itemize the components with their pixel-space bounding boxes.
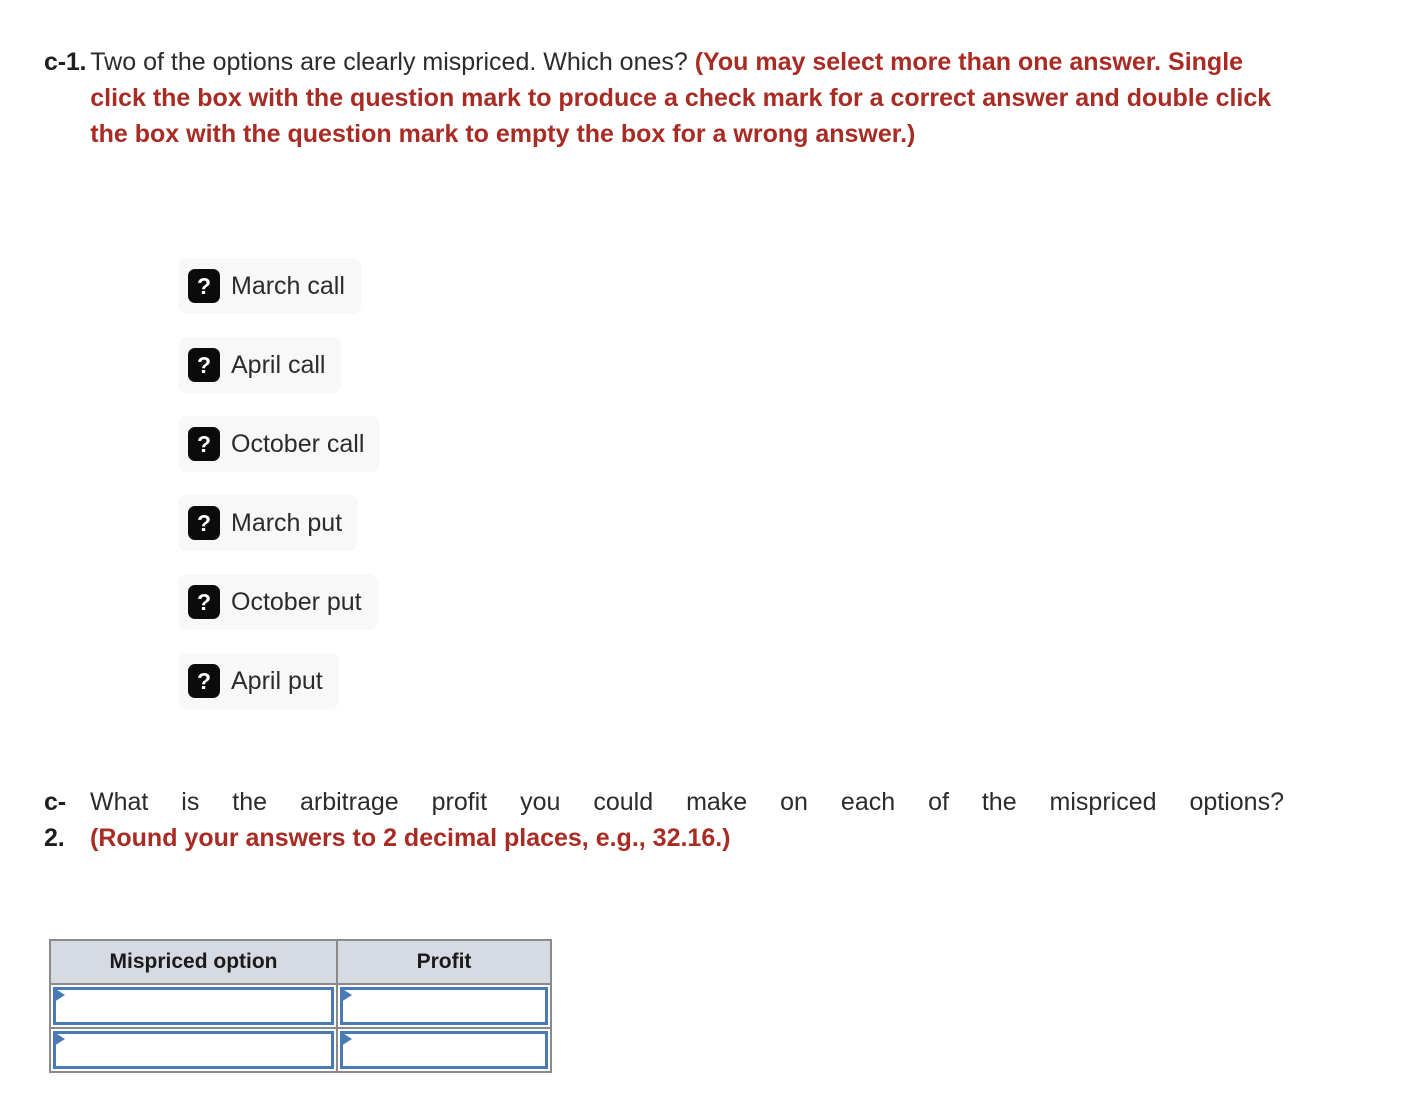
question-mark-icon[interactable]: ? bbox=[188, 269, 220, 303]
table-row bbox=[49, 983, 552, 1029]
option-item-march-put-wrap: ? March put bbox=[178, 495, 380, 574]
option-label: April call bbox=[231, 351, 326, 379]
option-label: October put bbox=[231, 588, 362, 616]
option-label: October call bbox=[231, 430, 365, 458]
question-c1-text: Two of the options are clearly mispriced… bbox=[90, 44, 1294, 152]
option-label: March call bbox=[231, 272, 345, 300]
question-mark-icon[interactable]: ? bbox=[188, 506, 220, 540]
question-c2-label: c- 2. bbox=[44, 784, 90, 856]
option-item-april-call-wrap: ? April call bbox=[178, 337, 380, 416]
answer-table-body bbox=[49, 983, 552, 1073]
answer-table: Mispriced option Profit bbox=[49, 939, 552, 1073]
question-mark-icon[interactable]: ? bbox=[188, 664, 220, 698]
cell-mispriced-option-2 bbox=[49, 1027, 338, 1073]
question-c1-prompt: Two of the options are clearly mispriced… bbox=[90, 48, 695, 76]
option-label: April put bbox=[231, 667, 323, 695]
option-item-april-call[interactable]: ? April call bbox=[178, 337, 342, 393]
option-item-october-call[interactable]: ? October call bbox=[178, 416, 381, 472]
cell-profit-1 bbox=[336, 983, 552, 1029]
option-item-october-put-wrap: ? October put bbox=[178, 574, 380, 653]
mispriced-option-input-2[interactable] bbox=[53, 1031, 334, 1069]
question-mark-icon[interactable]: ? bbox=[188, 348, 220, 382]
option-label: March put bbox=[231, 509, 343, 537]
cell-mispriced-option-1 bbox=[49, 983, 338, 1029]
question-c2-text: What is the arbitrage profit you could m… bbox=[90, 784, 1284, 856]
question-c2-prompt: What is the arbitrage profit you could m… bbox=[90, 788, 1284, 816]
question-c2-instructions: (Round your answers to 2 decimal places,… bbox=[90, 824, 731, 852]
question-c1-label: c-1. bbox=[44, 48, 87, 76]
option-choice-list: ? March call ? April call ? October call… bbox=[178, 258, 381, 732]
table-header-row: Mispriced option Profit bbox=[49, 939, 552, 985]
option-item-october-call-wrap: ? October call bbox=[178, 416, 381, 495]
option-item-march-put[interactable]: ? March put bbox=[178, 495, 359, 551]
profit-input-2[interactable] bbox=[340, 1031, 548, 1069]
mispriced-option-input-1[interactable] bbox=[53, 987, 334, 1025]
table-row bbox=[49, 1027, 552, 1073]
option-item-march-call-wrap: ? March call bbox=[178, 258, 380, 337]
profit-input-1[interactable] bbox=[340, 987, 548, 1025]
option-item-october-put[interactable]: ? October put bbox=[178, 574, 378, 630]
cell-profit-2 bbox=[336, 1027, 552, 1073]
question-c2-label-line1: c- bbox=[44, 788, 66, 816]
question-c1: c-1. Two of the options are clearly misp… bbox=[44, 44, 1294, 152]
answer-table-head: Mispriced option Profit bbox=[49, 939, 552, 985]
option-item-march-call[interactable]: ? March call bbox=[178, 258, 361, 314]
question-c2: c- 2. What is the arbitrage profit you c… bbox=[44, 784, 1284, 856]
question-mark-icon[interactable]: ? bbox=[188, 585, 220, 619]
question-c2-label-line2: 2. bbox=[44, 824, 65, 852]
column-header-mispriced-option: Mispriced option bbox=[49, 939, 338, 985]
column-header-profit: Profit bbox=[336, 939, 552, 985]
option-item-april-put-wrap: ? April put bbox=[178, 653, 380, 732]
question-mark-icon[interactable]: ? bbox=[188, 427, 220, 461]
worksheet-page: c-1. Two of the options are clearly misp… bbox=[0, 0, 1422, 1104]
option-item-april-put[interactable]: ? April put bbox=[178, 653, 339, 709]
